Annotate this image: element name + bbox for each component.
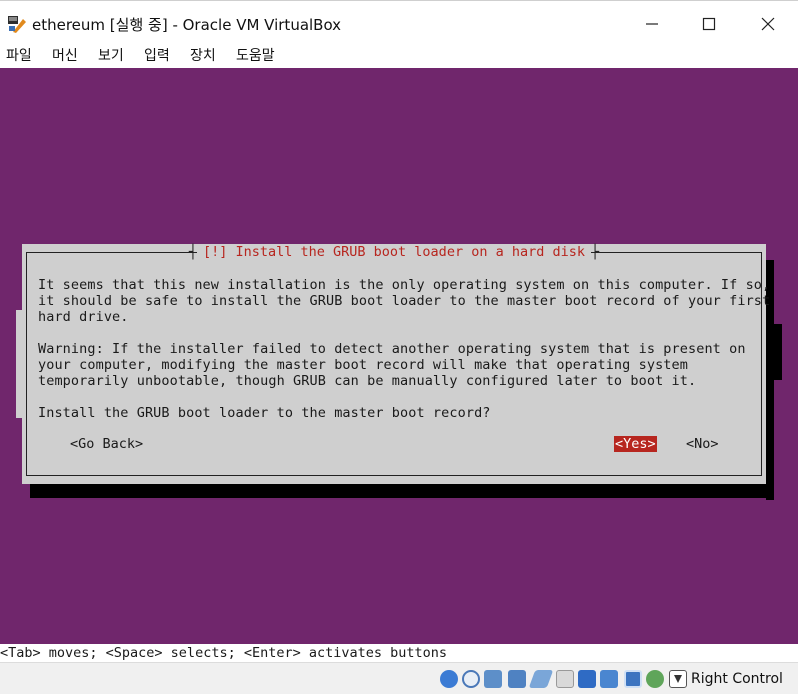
virtualbox-app-icon: [7, 14, 27, 34]
yes-button[interactable]: <Yes>: [614, 436, 657, 452]
menu-file[interactable]: 파일: [6, 45, 32, 65]
window-title: ethereum [실행 중] - Oracle VM VirtualBox: [32, 16, 342, 34]
network-icon[interactable]: [508, 670, 526, 688]
close-icon: [761, 17, 775, 31]
menu-view[interactable]: 보기: [98, 45, 124, 65]
close-button[interactable]: [748, 11, 788, 37]
go-back-button[interactable]: <Go Back>: [70, 436, 143, 452]
menu-help[interactable]: 도움말: [236, 45, 275, 65]
menu-input[interactable]: 입력: [144, 45, 170, 65]
host-key-label: Right Control: [691, 671, 783, 687]
display-icon[interactable]: [578, 670, 596, 688]
vm-display[interactable]: ┤ [!] Install the GRUB boot loader on a h…: [0, 68, 798, 662]
maximize-button[interactable]: [689, 11, 729, 37]
hard-disk-icon[interactable]: [440, 670, 458, 688]
recording-icon[interactable]: [600, 670, 618, 688]
dialog-text-line: it should be safe to install the GRUB bo…: [38, 293, 771, 309]
dialog-title-row: ┤ [!] Install the GRUB boot loader on a h…: [188, 244, 600, 260]
window-titlebar: ethereum [실행 중] - Oracle VM VirtualBox: [0, 0, 798, 44]
optical-drive-icon[interactable]: [462, 670, 480, 688]
keyboard-hint: <Tab> moves; <Space> selects; <Enter> ac…: [0, 644, 798, 662]
minimize-button[interactable]: [632, 11, 672, 37]
usb-icon[interactable]: [528, 670, 554, 688]
minimize-icon: [646, 23, 658, 25]
dialog-shadow-bottom: [30, 484, 774, 498]
dialog-text-line: Warning: If the installer failed to dete…: [38, 341, 746, 357]
mouse-integration-icon[interactable]: [646, 670, 664, 688]
dialog-text-line: your computer, modifying the master boot…: [38, 357, 688, 373]
menu-devices[interactable]: 장치: [190, 45, 216, 65]
shared-folder-icon[interactable]: [556, 670, 574, 688]
cpu-icon[interactable]: [624, 670, 642, 688]
vm-status-bar: Right Control: [0, 662, 798, 694]
dialog-text-line: temporarily unbootable, though GRUB can …: [38, 373, 697, 389]
menu-machine[interactable]: 머신: [52, 45, 78, 65]
no-button[interactable]: <No>: [686, 436, 719, 452]
keyboard-icon[interactable]: [669, 670, 687, 688]
dialog-question: Install the GRUB boot loader to the mast…: [38, 405, 491, 421]
dialog-title: [!] Install the GRUB boot loader on a ha…: [196, 244, 591, 260]
audio-icon[interactable]: [484, 670, 502, 688]
dialog-text-line: hard drive.: [38, 309, 129, 325]
grub-install-dialog: ┤ [!] Install the GRUB boot loader on a h…: [22, 244, 770, 484]
maximize-icon: [702, 17, 716, 31]
menu-bar: 파일 머신 보기 입력 장치 도움말: [0, 44, 798, 68]
dialog-text-line: It seems that this new installation is t…: [38, 277, 771, 293]
